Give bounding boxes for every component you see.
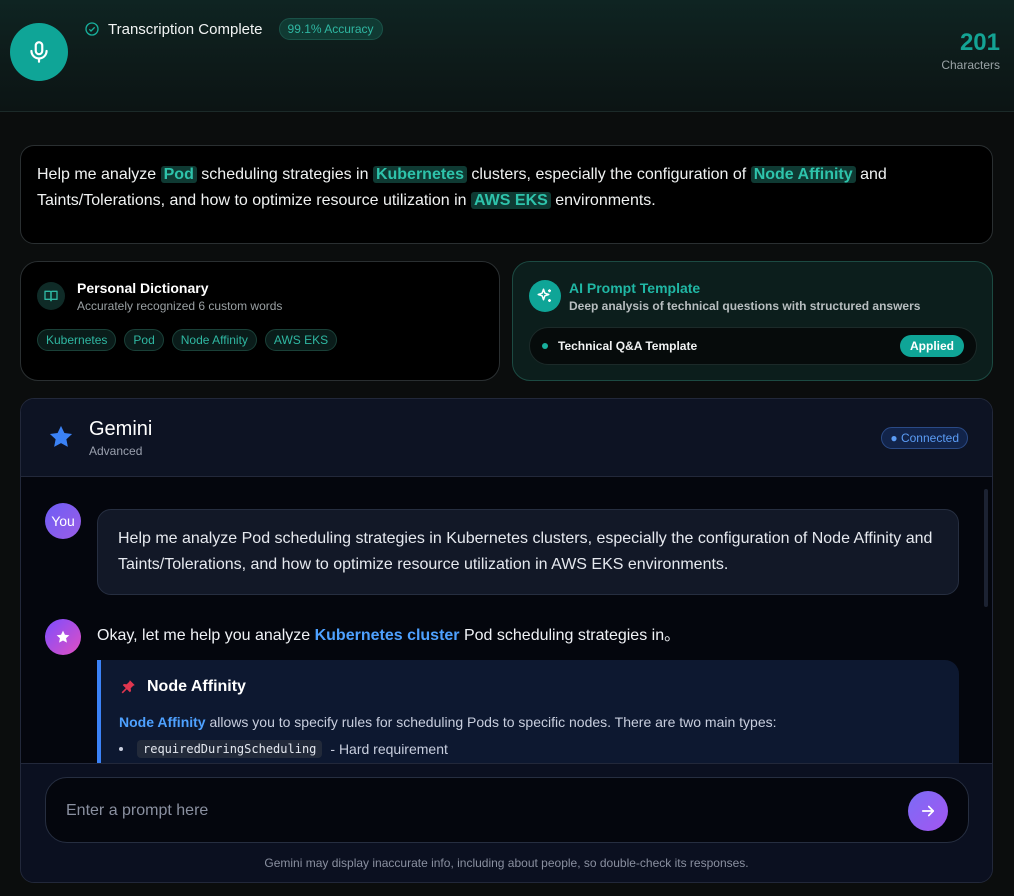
assistant-intro: Okay, let me help you analyze Kubernetes…: [97, 621, 680, 645]
transcript-segment: clusters, especially the configuration o…: [466, 166, 751, 183]
section-title-text: Node Affinity: [147, 678, 246, 695]
dictionary-tag[interactable]: AWS EKS: [264, 329, 338, 351]
assistant-intro-text: Pod scheduling strategies in。: [459, 627, 681, 644]
send-button[interactable]: [908, 791, 948, 831]
gemini-header: Gemini Advanced ● Connected: [21, 399, 992, 477]
status-dot: [542, 343, 548, 349]
dictionary-tags: Kubernetes Pod Node Affinity AWS EKS: [37, 329, 338, 351]
status-row: Transcription Complete 99.1% Accuracy: [84, 18, 383, 40]
dictionary-title: Personal Dictionary: [77, 280, 209, 296]
highlight-term: Pod: [160, 166, 197, 183]
template-name: Technical Q&A Template: [558, 339, 698, 353]
user-avatar: You: [45, 503, 81, 539]
applied-badge: Applied: [900, 335, 964, 357]
star-icon: [56, 630, 70, 643]
gemini-model-mode: Advanced: [89, 444, 143, 458]
prompt-box: [45, 777, 969, 843]
dictionary-tag[interactable]: Node Affinity: [171, 329, 257, 351]
star-icon: [49, 425, 73, 447]
book-icon: [37, 282, 65, 310]
gemini-model-name: Gemini: [89, 418, 153, 440]
disclaimer-text: Gemini may display inaccurate info, incl…: [264, 856, 749, 870]
assistant-avatar: [45, 619, 81, 655]
bullet-dot: [119, 747, 123, 751]
character-count: 201 Characters: [941, 29, 1000, 73]
check-circle-icon: [85, 22, 99, 36]
gemini-panel: Gemini Advanced ● Connected You Help me …: [20, 398, 993, 883]
code-snippet: requiredDuringScheduling: [137, 740, 323, 758]
status-text: Transcription Complete: [108, 20, 263, 38]
personal-dictionary-card: Personal Dictionary Accurately recognize…: [20, 261, 500, 381]
prompt-footer: Gemini may display inaccurate info, incl…: [21, 763, 992, 882]
template-selector[interactable]: Technical Q&A Template Applied: [529, 327, 977, 365]
transcript-segment: scheduling strategies in: [196, 166, 373, 183]
header-bar: Transcription Complete 99.1% Accuracy 20…: [0, 0, 1014, 112]
pin-icon: [121, 680, 135, 694]
section-text: Node Affinity allows you to specify rule…: [119, 714, 941, 730]
highlight-term: AWS EKS: [471, 192, 551, 209]
microphone-button[interactable]: [10, 23, 68, 81]
prompt-input[interactable]: [66, 798, 886, 824]
section-term: Node Affinity: [119, 714, 206, 730]
accuracy-badge: 99.1% Accuracy: [278, 18, 383, 40]
template-subtitle: Deep analysis of technical questions wit…: [569, 299, 921, 313]
section-description: allows you to specify rules for scheduli…: [205, 714, 777, 730]
template-title: AI Prompt Template: [569, 280, 701, 296]
connection-status-badge: ● Connected: [881, 427, 968, 449]
list-item-text: - Hard requirement: [330, 741, 448, 757]
node-affinity-section: Node Affinity Node Affinity allows you t…: [97, 660, 959, 763]
character-count-label: Characters: [941, 58, 1000, 72]
user-message: Help me analyze Pod scheduling strategie…: [97, 509, 959, 595]
list-item: requiredDuringScheduling - Hard requirem…: [119, 740, 941, 758]
arrow-right-icon: [921, 805, 935, 817]
transcript-segment: Help me analyze: [37, 166, 161, 183]
character-count-value: 201: [959, 29, 1000, 56]
dictionary-subtitle: Accurately recognized 6 custom words: [77, 299, 283, 313]
dictionary-tag[interactable]: Pod: [124, 329, 164, 351]
sparkles-icon: [529, 280, 561, 312]
chat-scrollbar[interactable]: [984, 489, 988, 607]
prompt-template-card: AI Prompt Template Deep analysis of tech…: [512, 261, 993, 381]
highlight-term: Kubernetes: [372, 166, 467, 183]
highlight-term: Node Affinity: [750, 166, 856, 183]
transcript-segment: environments.: [550, 192, 656, 209]
chat-area[interactable]: You Help me analyze Pod scheduling strat…: [21, 477, 992, 763]
dictionary-tag[interactable]: Kubernetes: [37, 329, 117, 351]
transcript-text: Help me analyze Pod scheduling strategie…: [20, 145, 993, 244]
section-title: Node Affinity: [119, 678, 941, 696]
assistant-intro-text: Okay, let me help you analyze: [97, 627, 315, 644]
assistant-link[interactable]: Kubernetes cluster: [315, 627, 460, 644]
microphone-icon: [30, 41, 48, 63]
